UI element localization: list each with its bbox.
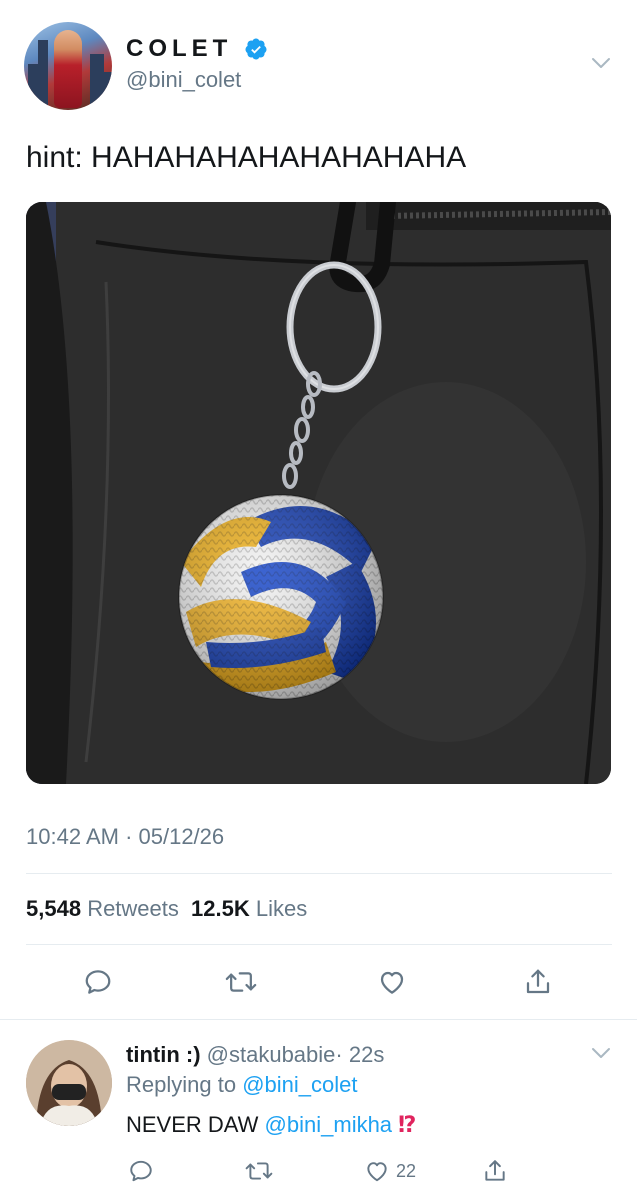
reply-time[interactable]: · 22s: [335, 1042, 384, 1067]
reply-icon: [130, 1160, 152, 1182]
heart-icon: [380, 971, 404, 994]
reply-header: tintin :) @stakubabie· 22s: [126, 1040, 384, 1070]
reply-handle[interactable]: @stakubabie: [207, 1042, 336, 1067]
retweet-icon: [225, 972, 257, 992]
tweet-photo[interactable]: [26, 202, 611, 784]
chevron-down-icon[interactable]: [590, 1042, 612, 1064]
reply-like-count: 22: [396, 1160, 417, 1181]
share-button[interactable]: [520, 964, 556, 1000]
reply-text: NEVER DAW @bini_mikha ⁉: [126, 1110, 416, 1140]
divider: [26, 873, 612, 874]
reply-display-name[interactable]: tintin :): [126, 1042, 201, 1067]
likes-label[interactable]: Likes: [256, 896, 307, 921]
tweet-timestamp[interactable]: 10:42 AM · 05/12/26: [26, 822, 224, 852]
heart-icon: [367, 1162, 387, 1182]
reply-avatar-picture: [26, 1040, 112, 1126]
interrobang-emoji: ⁉: [398, 1112, 417, 1137]
like-button[interactable]: [374, 964, 410, 1000]
tweet-text: hint: HAHAHAHAHAHAHAHAHA: [26, 141, 467, 174]
verified-badge-icon: [245, 38, 267, 60]
crochet-volleyball-keychain-photo: [26, 202, 611, 784]
reply-like-button[interactable]: 22: [364, 1156, 416, 1186]
author-avatar[interactable]: [24, 22, 112, 110]
reply-text-body: NEVER DAW: [126, 1112, 259, 1137]
reply-icon: [85, 970, 111, 994]
reply-author-avatar[interactable]: [26, 1040, 112, 1126]
reply-share-button[interactable]: [482, 1156, 508, 1186]
share-icon: [485, 1160, 505, 1181]
reply-reply-button[interactable]: [128, 1156, 154, 1186]
reply-tweet[interactable]: tintin :) @stakubabie· 22s Replying to @…: [0, 1020, 637, 1200]
chevron-down-icon[interactable]: [590, 52, 612, 74]
retweets-count[interactable]: 5,548: [26, 896, 81, 921]
author-display-name[interactable]: COLET: [126, 34, 232, 64]
divider: [26, 944, 612, 945]
retweets-label[interactable]: Retweets: [87, 896, 179, 921]
main-tweet: COLET @bini_colet hint: HAHAHAHAHAHAHAHA…: [0, 0, 637, 1020]
replying-to: Replying to @bini_colet: [126, 1070, 358, 1100]
tweet-stats: 5,548 Retweets 12.5K Likes: [26, 894, 307, 924]
replying-to-label: Replying to: [126, 1072, 237, 1097]
retweet-icon: [245, 1162, 273, 1180]
reply-button[interactable]: [80, 964, 116, 1000]
reply-action-bar: 22: [0, 1154, 637, 1188]
tweet-action-bar: [0, 960, 637, 1004]
share-icon: [526, 969, 550, 994]
author-handle[interactable]: @bini_colet: [126, 66, 241, 94]
reply-mention[interactable]: @bini_mikha: [265, 1112, 393, 1137]
likes-count[interactable]: 12.5K: [191, 896, 250, 921]
replying-to-mention[interactable]: @bini_colet: [242, 1072, 357, 1097]
retweet-button[interactable]: [223, 964, 259, 1000]
reply-retweet-button[interactable]: [245, 1156, 273, 1186]
